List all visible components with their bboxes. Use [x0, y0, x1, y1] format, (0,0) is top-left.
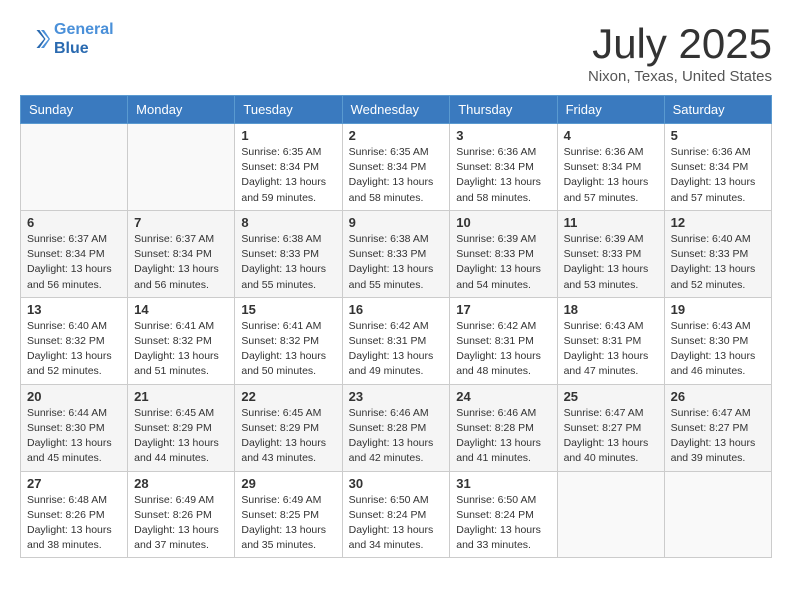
table-row: 7Sunrise: 6:37 AMSunset: 8:34 PMDaylight…	[128, 210, 235, 297]
col-wednesday: Wednesday	[342, 96, 450, 124]
col-thursday: Thursday	[450, 96, 557, 124]
table-row: 10Sunrise: 6:39 AMSunset: 8:33 PMDayligh…	[450, 210, 557, 297]
table-row	[21, 124, 128, 211]
table-row: 28Sunrise: 6:49 AMSunset: 8:26 PMDayligh…	[128, 471, 235, 558]
calendar-header-row: Sunday Monday Tuesday Wednesday Thursday…	[21, 96, 772, 124]
title-block: July 2025 Nixon, Texas, United States	[588, 20, 772, 85]
table-row: 20Sunrise: 6:44 AMSunset: 8:30 PMDayligh…	[21, 384, 128, 471]
table-row: 9Sunrise: 6:38 AMSunset: 8:33 PMDaylight…	[342, 210, 450, 297]
table-row: 27Sunrise: 6:48 AMSunset: 8:26 PMDayligh…	[21, 471, 128, 558]
col-tuesday: Tuesday	[235, 96, 342, 124]
table-row: 31Sunrise: 6:50 AMSunset: 8:24 PMDayligh…	[450, 471, 557, 558]
logo-text: General Blue	[54, 20, 114, 58]
table-row: 30Sunrise: 6:50 AMSunset: 8:24 PMDayligh…	[342, 471, 450, 558]
table-row: 5Sunrise: 6:36 AMSunset: 8:34 PMDaylight…	[664, 124, 771, 211]
table-row: 13Sunrise: 6:40 AMSunset: 8:32 PMDayligh…	[21, 297, 128, 384]
table-row	[557, 471, 664, 558]
col-saturday: Saturday	[664, 96, 771, 124]
table-row: 4Sunrise: 6:36 AMSunset: 8:34 PMDaylight…	[557, 124, 664, 211]
logo: General Blue	[20, 20, 114, 58]
table-row: 8Sunrise: 6:38 AMSunset: 8:33 PMDaylight…	[235, 210, 342, 297]
table-row: 26Sunrise: 6:47 AMSunset: 8:27 PMDayligh…	[664, 384, 771, 471]
col-friday: Friday	[557, 96, 664, 124]
location: Nixon, Texas, United States	[588, 68, 772, 85]
table-row: 23Sunrise: 6:46 AMSunset: 8:28 PMDayligh…	[342, 384, 450, 471]
table-row: 17Sunrise: 6:42 AMSunset: 8:31 PMDayligh…	[450, 297, 557, 384]
table-row: 18Sunrise: 6:43 AMSunset: 8:31 PMDayligh…	[557, 297, 664, 384]
month-title: July 2025	[588, 20, 772, 68]
table-row: 14Sunrise: 6:41 AMSunset: 8:32 PMDayligh…	[128, 297, 235, 384]
table-row: 24Sunrise: 6:46 AMSunset: 8:28 PMDayligh…	[450, 384, 557, 471]
table-row: 6Sunrise: 6:37 AMSunset: 8:34 PMDaylight…	[21, 210, 128, 297]
table-row: 22Sunrise: 6:45 AMSunset: 8:29 PMDayligh…	[235, 384, 342, 471]
table-row: 1Sunrise: 6:35 AMSunset: 8:34 PMDaylight…	[235, 124, 342, 211]
table-row: 21Sunrise: 6:45 AMSunset: 8:29 PMDayligh…	[128, 384, 235, 471]
table-row: 3Sunrise: 6:36 AMSunset: 8:34 PMDaylight…	[450, 124, 557, 211]
table-row: 19Sunrise: 6:43 AMSunset: 8:30 PMDayligh…	[664, 297, 771, 384]
table-row: 11Sunrise: 6:39 AMSunset: 8:33 PMDayligh…	[557, 210, 664, 297]
table-row	[664, 471, 771, 558]
table-row: 29Sunrise: 6:49 AMSunset: 8:25 PMDayligh…	[235, 471, 342, 558]
col-monday: Monday	[128, 96, 235, 124]
calendar-table: Sunday Monday Tuesday Wednesday Thursday…	[20, 95, 772, 558]
logo-icon	[20, 24, 50, 54]
table-row	[128, 124, 235, 211]
table-row: 12Sunrise: 6:40 AMSunset: 8:33 PMDayligh…	[664, 210, 771, 297]
col-sunday: Sunday	[21, 96, 128, 124]
page-header: General Blue July 2025 Nixon, Texas, Uni…	[20, 20, 772, 85]
table-row: 25Sunrise: 6:47 AMSunset: 8:27 PMDayligh…	[557, 384, 664, 471]
table-row: 15Sunrise: 6:41 AMSunset: 8:32 PMDayligh…	[235, 297, 342, 384]
table-row: 16Sunrise: 6:42 AMSunset: 8:31 PMDayligh…	[342, 297, 450, 384]
table-row: 2Sunrise: 6:35 AMSunset: 8:34 PMDaylight…	[342, 124, 450, 211]
